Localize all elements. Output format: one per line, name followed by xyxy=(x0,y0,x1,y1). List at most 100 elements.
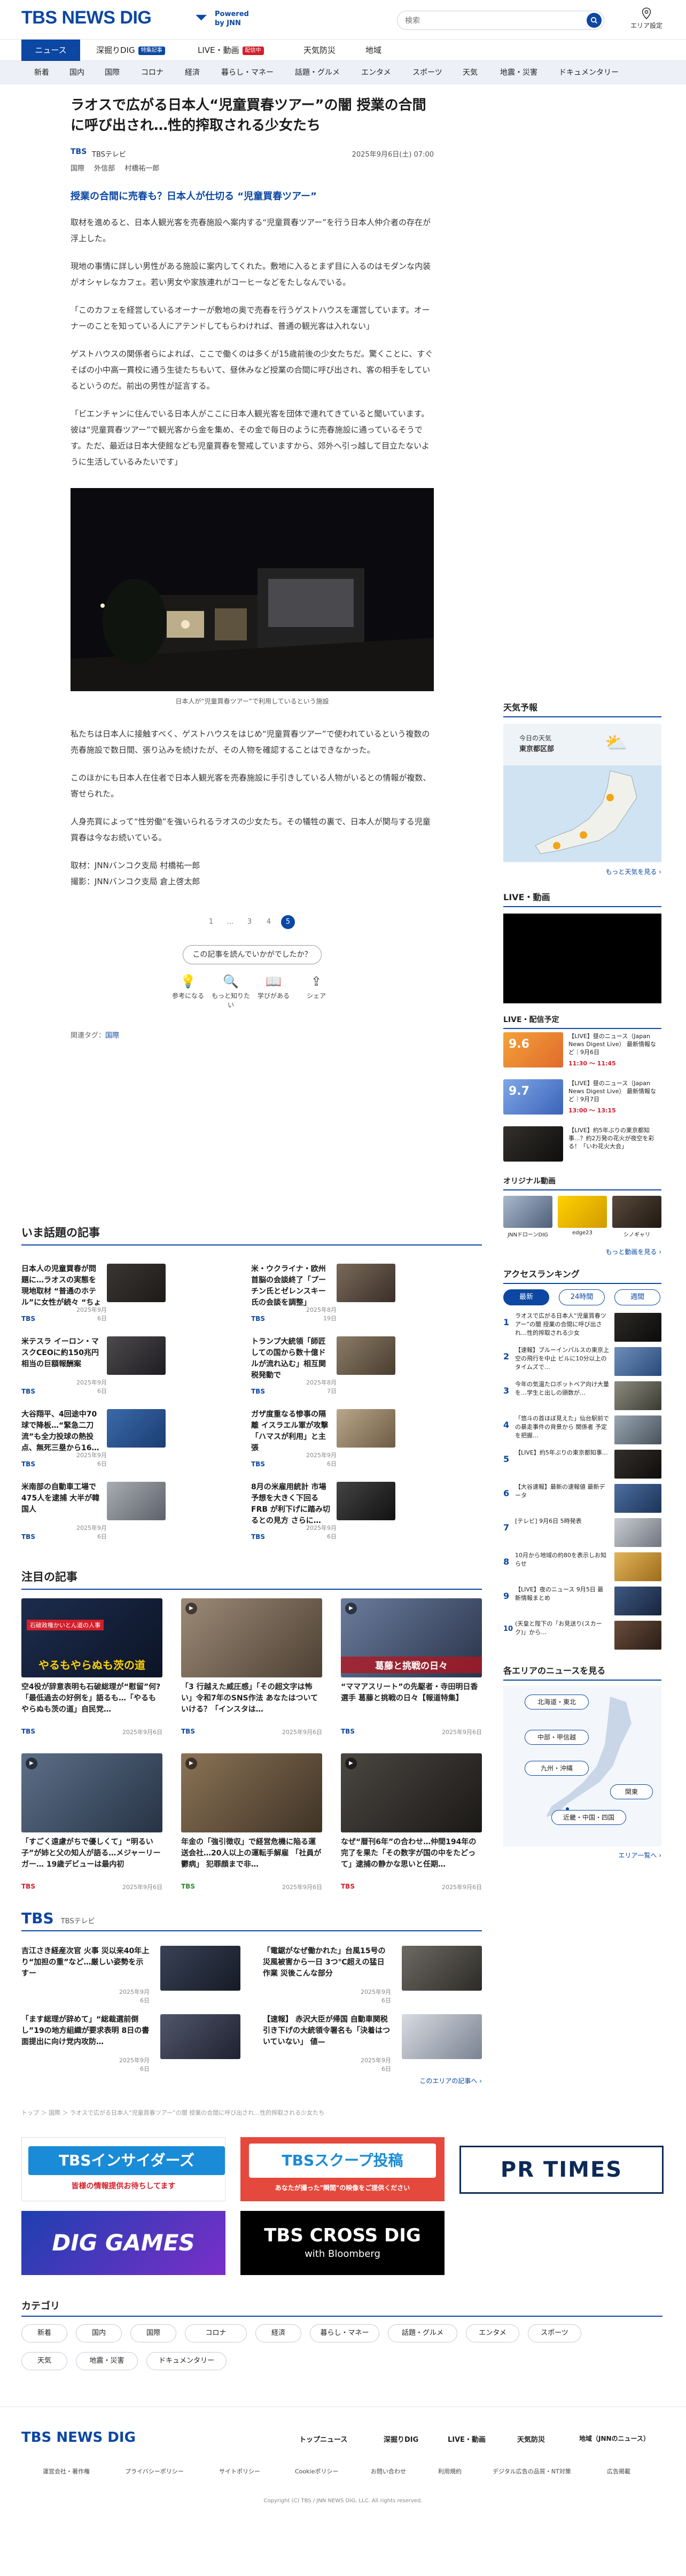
category-button[interactable]: 国際 xyxy=(130,2324,176,2342)
related-tag-link[interactable]: 国際 xyxy=(105,1032,119,1040)
category-link-entertainment[interactable]: エンタメ xyxy=(361,61,391,84)
station-logo[interactable]: TBS xyxy=(21,1909,54,1927)
reaction-helpful[interactable]: 💡 参考になる xyxy=(167,972,209,1000)
ranking-item[interactable]: 5 【LIVE】約5年ぶりの東京都知事... xyxy=(503,1449,661,1482)
category-button[interactable]: エンタメ xyxy=(466,2324,519,2342)
area-more-link[interactable]: このエリアの記事へ › xyxy=(419,2076,482,2085)
footer-nav-link[interactable]: 天気防災 xyxy=(517,2434,545,2444)
footer-link[interactable]: プライバシーポリシー xyxy=(125,2467,184,2476)
category-link-documentary[interactable]: ドキュメンタリー xyxy=(559,61,619,84)
reaction-more[interactable]: 🔍 もっと知りたい xyxy=(209,972,252,1009)
article-card[interactable]: 8月の米雇用統計 市場予想を大きく下回る FRB が利下げに踏み切るとの見方 さ… xyxy=(251,1482,395,1541)
original-video-item[interactable]: edge23 xyxy=(558,1196,607,1236)
ranking-item[interactable]: 9 【LIVE】夜のニュース 9月5日 最新情報まとめ xyxy=(503,1585,661,1619)
nav-tab-deep-dig[interactable]: 深掘りDIG 特集記事 xyxy=(96,40,171,61)
category-button[interactable]: 天気 xyxy=(21,2352,67,2370)
video-card[interactable]: ▶ 「3 行越えた威圧感」「その超文字は怖い」令和7年のSNS作法 あなたはつい… xyxy=(181,1598,322,1737)
nav-tab-news[interactable]: ニュース xyxy=(21,40,80,61)
site-logo[interactable]: TBS NEWS DIG xyxy=(21,7,152,28)
live-player[interactable] xyxy=(503,914,661,1003)
category-button[interactable]: 地震・災害 xyxy=(76,2352,138,2370)
category-button[interactable]: ドキュメンタリー xyxy=(146,2352,227,2370)
banner-cross-dig[interactable]: TBS CROSS DIG with Bloomberg xyxy=(240,2211,445,2275)
footer-link[interactable]: 広告掲載 xyxy=(607,2467,630,2476)
ranking-item[interactable]: 8 10月から地域の約80を表示しお知らせ xyxy=(503,1551,661,1584)
banner-prtimes[interactable]: PR TIMES xyxy=(459,2146,664,2194)
original-video-item[interactable]: JNNドローンDIG xyxy=(503,1196,552,1238)
tag-link[interactable]: 国際 xyxy=(71,165,84,173)
banner-insiders[interactable]: TBSインサイダーズ 皆様の情報提供お待ちしてます xyxy=(21,2137,225,2201)
video-card[interactable]: ▶ 年金の「強引徴収」で経営危機に陥る運送会社…20人以上の運転手解雇 「社員が… xyxy=(181,1753,322,1892)
article-card[interactable]: トランプ大統領「師匠しての国から数十億ドルが流れ込む」相互関税発動で TBS 2… xyxy=(251,1336,395,1395)
footer-nav-link[interactable]: LIVE・動画 xyxy=(448,2434,486,2444)
footer-link[interactable]: サイトポリシー xyxy=(219,2467,260,2476)
footer-link[interactable]: お問い合わせ xyxy=(371,2467,406,2476)
video-card[interactable]: やるもやらぬも茨の道 石破政権かいとん道の人事 空4役が辞意表明も石破総理が“慰… xyxy=(21,1598,162,1737)
ranking-item[interactable]: 1 ラオスで広がる日本人“児童買春ツアー”の闇 授業の合間に呼び出され…性的搾取さ… xyxy=(503,1312,661,1345)
page-current[interactable]: 5 xyxy=(281,915,295,929)
category-link-weather[interactable]: 天気 xyxy=(463,61,478,84)
article-card[interactable]: 【速報】 赤沢大臣が帰国 自動車関税引き下げの大統領令署名も「決着はついていない… xyxy=(263,2014,482,2073)
video-card[interactable]: ▶ なぜ“暦刊6年”の合わせ…仲間194年の完了を果た「その数字が国の中をたどっ… xyxy=(341,1753,482,1892)
category-link-disaster[interactable]: 地震・災害 xyxy=(500,61,537,84)
banner-scoop[interactable]: TBSスクープ投稿 あなたが撮った"瞬間"の映像をご提供ください xyxy=(240,2137,445,2201)
article-card[interactable]: 米・ウクライナ・欧州首脳の会談終了「プーチン氏とゼレンスキー氏の会談を調整」 T… xyxy=(251,1264,395,1322)
category-button[interactable]: 国内 xyxy=(76,2324,122,2342)
video-card[interactable]: ▶ 葛藤と挑戦の日々 “ママアスリート”の先駆者・寺田明日香選手 葛藤と挑戦の日… xyxy=(341,1598,482,1737)
weather-more-link[interactable]: もっと天気を見る › xyxy=(503,867,661,876)
category-link-international[interactable]: 国際 xyxy=(105,61,120,84)
category-button[interactable]: コロナ xyxy=(185,2324,247,2342)
footer-nav-link[interactable]: 地域（JNNのニュース） xyxy=(579,2434,650,2443)
article-card[interactable]: 大谷翔平、4回途中70球で降板…“緊急二刀流”も全力投球の熱投点、無死三塁から1… xyxy=(21,1409,166,1468)
ranking-item[interactable]: 4 「悠斗の首ほぼ見えた」仙台駅前での暴走事件の背景から 関係者 予定を把握… xyxy=(503,1414,661,1448)
footer-link[interactable]: Cookieポリシー xyxy=(295,2467,338,2476)
source-logo[interactable]: TBS xyxy=(71,148,87,156)
live-schedule-item[interactable]: 9.6 【LIVE】昼のニュース（Japan News Digest Live）… xyxy=(503,1032,661,1076)
category-button[interactable]: スポーツ xyxy=(528,2324,581,2342)
category-link-money[interactable]: 暮らし・マネー xyxy=(221,61,274,84)
footer-link[interactable]: 運営会社・著作権 xyxy=(43,2467,90,2476)
footer-nav-link[interactable]: 深掘りDIG xyxy=(384,2434,418,2444)
nav-tab-region[interactable]: 地域 xyxy=(365,40,397,61)
ranking-tab-latest[interactable]: 最新 xyxy=(503,1289,549,1305)
ranking-tab-weekly[interactable]: 週間 xyxy=(614,1289,660,1305)
category-link-sports[interactable]: スポーツ xyxy=(412,61,442,84)
breadcrumb[interactable]: トップ ＞ 国際 ＞ ラオスで広がる日本人“児童買春ツアー”の闇 授業の合間に呼… xyxy=(21,2108,662,2117)
ranking-item[interactable]: 6 【大谷速報】最新の速報値 最新データ xyxy=(503,1483,661,1516)
share-button[interactable]: ⇪ シェア xyxy=(295,972,338,1000)
nav-tab-weather[interactable]: 天気防災 xyxy=(303,40,346,61)
tag-link[interactable]: 村橋祐一郎 xyxy=(124,165,159,173)
ranking-item[interactable]: 3 今年の気温たロボットベア向け大量を…学生と出しの頭数が… xyxy=(503,1380,661,1413)
source-name[interactable]: TBSテレビ xyxy=(92,149,126,159)
category-button[interactable]: 暮らし・マネー xyxy=(310,2324,379,2342)
page-link[interactable]: 3 xyxy=(243,915,256,929)
tag-link[interactable]: 外信部 xyxy=(94,165,115,173)
page-link[interactable]: 4 xyxy=(262,915,276,929)
footer-link[interactable]: 利用規約 xyxy=(438,2467,462,2476)
banner-dig-games[interactable]: DIG GAMES xyxy=(21,2211,225,2275)
area-button[interactable]: 九州・沖縄 xyxy=(525,1761,589,1776)
ranking-item[interactable]: 7 [テレビ] 9月6日 5時発表 xyxy=(503,1517,661,1550)
search-button[interactable] xyxy=(587,13,602,28)
article-card[interactable]: 「ます総理が辞めて」“総裁選前倒し”19の地方組織が要求表明 8日の書面提出に向… xyxy=(21,2014,240,2073)
article-card[interactable]: ガザ度重なる惨事の隔離 イスラエル軍が攻撃「ハマスが利用」と主張 TBS 202… xyxy=(251,1409,395,1468)
ranking-item[interactable]: 10 (天皇と陛下の「お見送り(スカーク)」から… xyxy=(503,1620,661,1653)
weather-widget[interactable]: 今日の天気 東京都区部 ⛅ xyxy=(503,724,661,863)
footer-link[interactable]: デジタル広告の品質・NT対策 xyxy=(493,2467,571,2476)
category-link-economy[interactable]: 経済 xyxy=(185,61,200,84)
live-schedule-item[interactable]: 【LIVE】約5年ぶりの東京都知事...？約2万発の花火が夜空を彩る！「いわ花火… xyxy=(503,1126,661,1170)
article-card[interactable]: 日本人の児童買春が問題に…ラオスの実態を現地取材 “普通のホテル”に女性が続々 … xyxy=(21,1264,166,1322)
category-link-new[interactable]: 新着 xyxy=(34,61,49,84)
area-button[interactable]: 近畿・中国・四国 xyxy=(551,1810,626,1825)
category-button[interactable]: 経済 xyxy=(255,2324,301,2342)
video-card[interactable]: ▶ 「すごく遠慮がちで優しくて」“明るい子”が姉と父の知人が語る…メジャーリーガ… xyxy=(21,1753,162,1892)
nav-tab-live[interactable]: LIVE・動画 配信中 xyxy=(198,40,283,61)
ranking-tab-24h[interactable]: 24時間 xyxy=(559,1289,605,1305)
footer-nav-link[interactable]: トップニュース xyxy=(299,2434,347,2444)
area-list-link[interactable]: エリア一覧へ › xyxy=(503,1851,661,1860)
category-link-gourmet[interactable]: 話題・グルメ xyxy=(295,61,340,84)
area-button[interactable]: 北海道・東北 xyxy=(525,1695,589,1709)
original-video-item[interactable]: シノギャリ xyxy=(612,1196,661,1238)
article-card[interactable]: 米南部の自動車工場で475人を逮捕 大半が韓国人 TBS 2025年9月6日 xyxy=(21,1482,166,1541)
category-link-domestic[interactable]: 国内 xyxy=(69,61,84,84)
